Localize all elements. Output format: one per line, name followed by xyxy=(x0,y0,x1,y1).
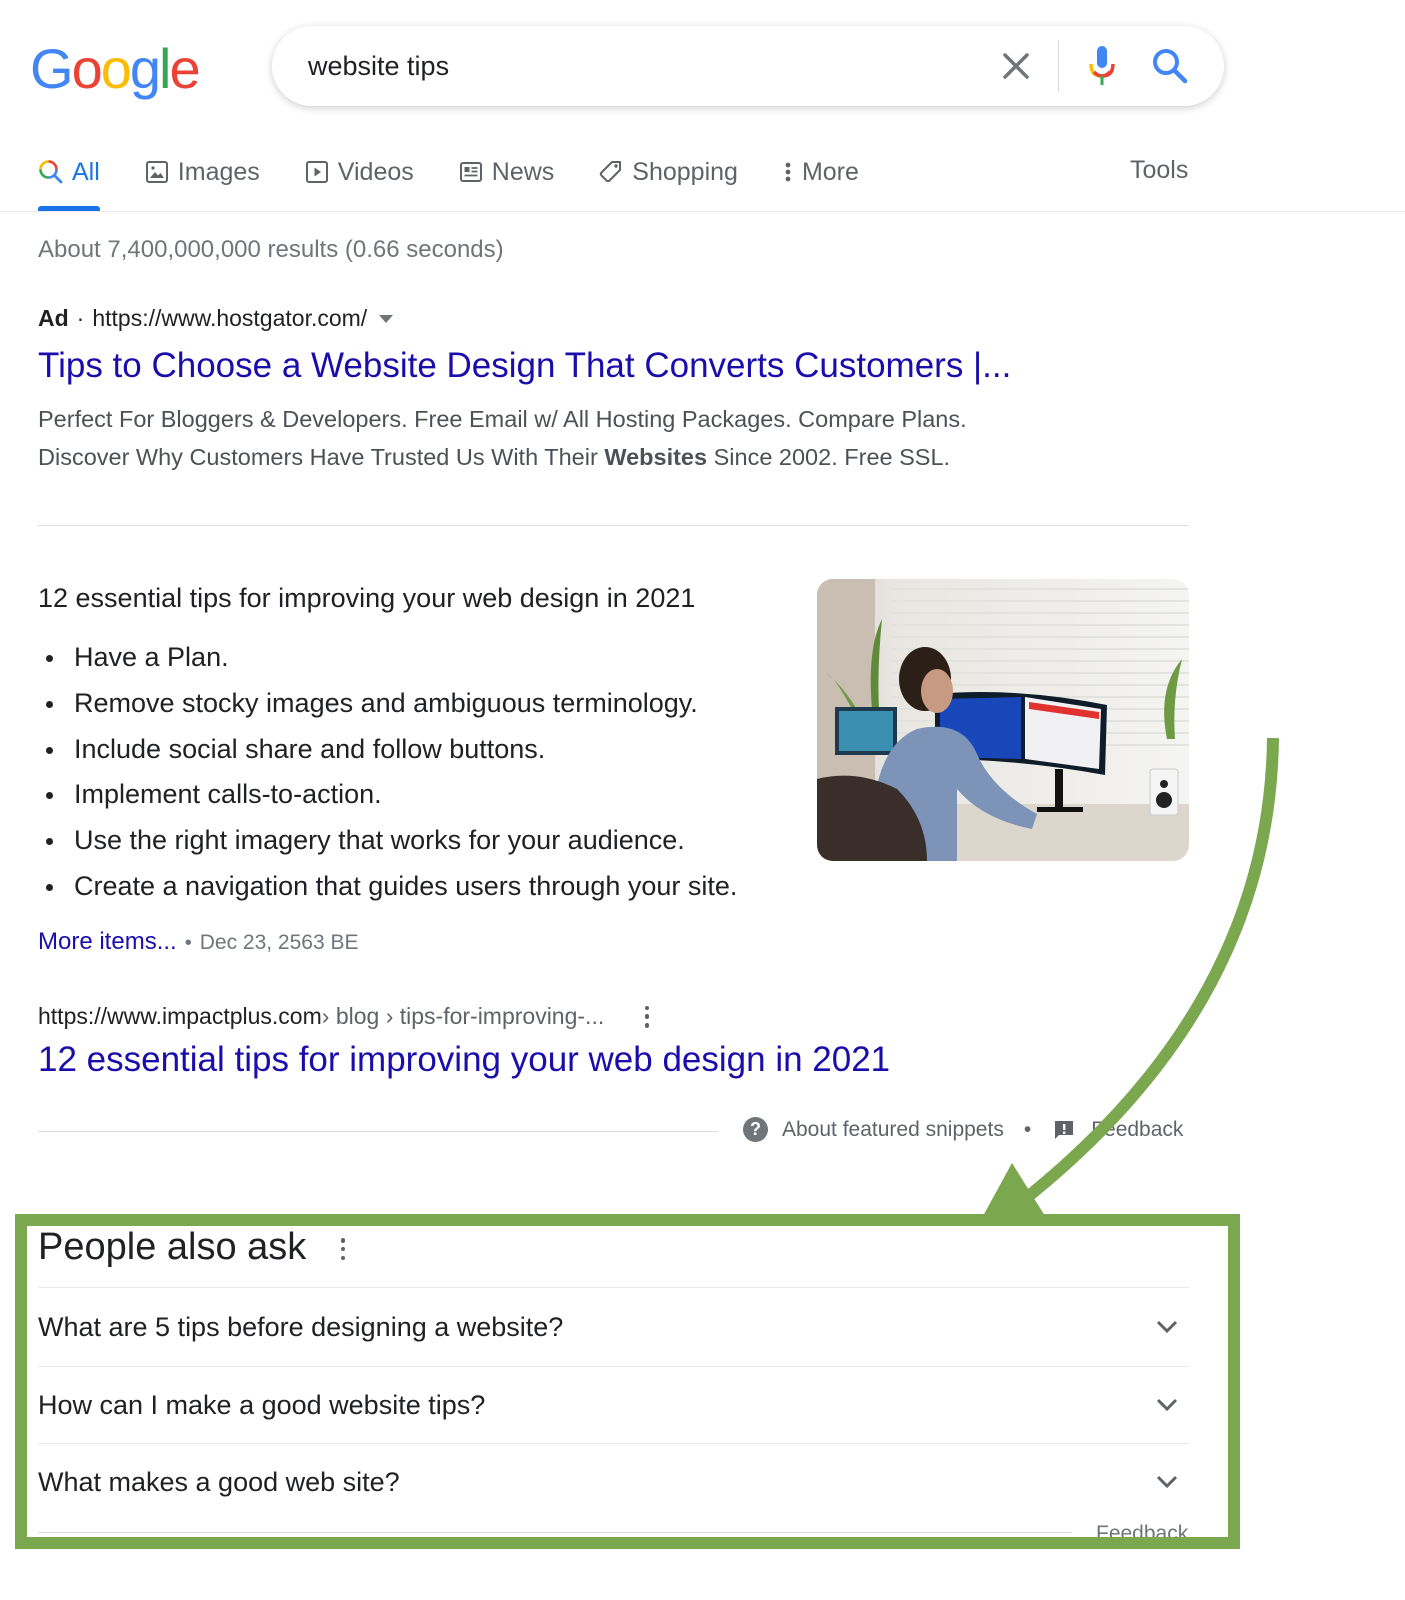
tag-icon xyxy=(598,159,624,185)
paa-question[interactable]: What makes a good web site? xyxy=(38,1444,1189,1520)
newspaper-icon xyxy=(458,159,484,185)
paa-question[interactable]: How can I make a good website tips? xyxy=(38,1367,1189,1443)
divider xyxy=(38,1131,718,1132)
tools-button[interactable]: Tools xyxy=(1130,156,1188,185)
search-icon xyxy=(1153,49,1188,84)
ad-title-link[interactable]: Tips to Choose a Website Design That Con… xyxy=(38,346,1011,386)
separator: · xyxy=(76,305,85,331)
snippet-image[interactable] xyxy=(817,579,1189,861)
tab-shopping[interactable]: Shopping xyxy=(598,152,738,192)
list-item: Remove stocky images and ambiguous termi… xyxy=(38,680,737,726)
search-button[interactable] xyxy=(1150,46,1190,86)
help-icon: ? xyxy=(743,1117,768,1142)
list-item: Implement calls-to-action. xyxy=(38,771,737,817)
tabs-divider xyxy=(0,211,1405,212)
play-icon xyxy=(304,159,330,185)
divider xyxy=(38,1287,1189,1288)
close-icon xyxy=(1003,53,1029,79)
logo-letter: G xyxy=(30,37,74,100)
paa-options-button[interactable] xyxy=(340,1238,346,1260)
list-item: Create a navigation that guides users th… xyxy=(38,863,737,909)
ad-description-line: Discover Why Customers Have Trusted Us W… xyxy=(38,438,1138,476)
chevron-down-icon xyxy=(1156,1320,1178,1334)
tab-label: Images xyxy=(177,157,260,186)
microphone-icon xyxy=(1089,46,1115,85)
snippet-date: Dec 23, 2563 BE xyxy=(199,931,359,954)
about-featured-snippets-link[interactable]: About featured snippets xyxy=(782,1118,1004,1142)
logo-letter: e xyxy=(169,37,200,100)
search-icon xyxy=(38,159,64,185)
clear-search-button[interactable] xyxy=(998,48,1034,84)
search-input[interactable] xyxy=(308,46,958,86)
tab-all[interactable]: All xyxy=(38,152,100,211)
paa-feedback-link[interactable]: Feedback xyxy=(1096,1522,1188,1546)
ad-url-line: Ad · https://www.hostgator.com/ xyxy=(38,305,394,332)
snippet-footer: ? About featured snippets • Feedback xyxy=(743,1117,1183,1142)
tab-label: Shopping xyxy=(632,157,738,186)
snippet-heading: 12 essential tips for improving your web… xyxy=(38,583,696,613)
more-vert-icon xyxy=(340,1238,346,1243)
question-text: What are 5 tips before designing a websi… xyxy=(38,1311,564,1342)
tab-more[interactable]: More xyxy=(782,152,859,192)
divider xyxy=(38,525,1189,526)
logo-letter: g xyxy=(129,37,161,100)
chevron-down-icon xyxy=(1156,1398,1178,1412)
page-bottom-band xyxy=(0,1550,1405,1600)
caret-down-icon[interactable] xyxy=(379,314,394,323)
tab-label: More xyxy=(801,157,859,186)
result-cite: https://www.impactplus.com › blog › tips… xyxy=(38,1003,650,1030)
separator: • xyxy=(184,932,192,954)
feedback-icon xyxy=(1055,1120,1074,1139)
search-divider xyxy=(1058,40,1059,92)
divider xyxy=(38,1532,1072,1533)
annotation-arrow-head xyxy=(983,1163,1045,1216)
tab-videos[interactable]: Videos xyxy=(304,152,414,192)
question-text: How can I make a good website tips? xyxy=(38,1389,486,1420)
logo-letter: o xyxy=(71,37,103,100)
list-item: Use the right imagery that works for you… xyxy=(38,817,737,863)
cite-domain[interactable]: https://www.impactplus.com xyxy=(38,1003,322,1030)
list-item: Have a Plan. xyxy=(38,634,737,680)
cite-breadcrumb: › blog › tips-for-improving-... xyxy=(321,1003,605,1029)
snippet-more-line: More items... • Dec 23, 2563 BE xyxy=(38,928,359,956)
feedback-link[interactable]: Feedback xyxy=(1091,1118,1183,1142)
snippet-title-link[interactable]: 12 essential tips for improving your web… xyxy=(38,1040,890,1080)
result-stats: About 7,400,000,000 results (0.66 second… xyxy=(38,236,504,263)
tab-news[interactable]: News xyxy=(458,152,555,192)
google-logo[interactable]: Google xyxy=(30,36,201,101)
list-item: Include social share and follow buttons. xyxy=(38,726,737,772)
snippet-list: Have a Plan. Remove stocky images and am… xyxy=(38,634,737,909)
voice-search-button[interactable] xyxy=(1084,42,1120,90)
more-vert-icon xyxy=(340,1255,346,1260)
bold-keyword: Websites xyxy=(604,444,708,470)
logo-letter: o xyxy=(100,37,132,100)
more-vert-icon xyxy=(340,1246,346,1252)
image-icon xyxy=(144,159,170,185)
more-options-button[interactable] xyxy=(644,1005,650,1028)
logo-letter: l xyxy=(159,37,172,100)
chevron-down-icon xyxy=(1156,1475,1178,1489)
separator: • xyxy=(1023,1117,1032,1141)
more-vert-icon xyxy=(782,159,794,185)
tab-label: All xyxy=(72,157,100,186)
more-vert-icon xyxy=(644,1023,650,1028)
search-tabs: All Images Videos News Shopping More xyxy=(38,152,903,212)
more-items-link[interactable]: More items... xyxy=(38,928,177,956)
ad-badge: Ad xyxy=(38,305,69,331)
text: Since 2002. Free SSL. xyxy=(707,444,951,470)
question-text: What makes a good web site? xyxy=(38,1466,400,1497)
ad-description-line: Perfect For Bloggers & Developers. Free … xyxy=(38,406,967,432)
more-vert-icon xyxy=(644,1014,650,1019)
search-bar xyxy=(272,26,1224,106)
text: Discover Why Customers Have Trusted Us W… xyxy=(38,444,605,470)
tab-images[interactable]: Images xyxy=(144,152,260,192)
tab-label: Videos xyxy=(337,157,414,186)
office-photo-illustration xyxy=(817,579,1189,861)
ad-description: Perfect For Bloggers & Developers. Free … xyxy=(38,400,1138,476)
tab-label: News xyxy=(491,157,555,186)
paa-question[interactable]: What are 5 tips before designing a websi… xyxy=(38,1289,1189,1365)
more-vert-icon xyxy=(644,1005,650,1010)
ad-url[interactable]: https://www.hostgator.com/ xyxy=(92,305,367,332)
people-also-ask-title: People also ask xyxy=(38,1226,307,1268)
